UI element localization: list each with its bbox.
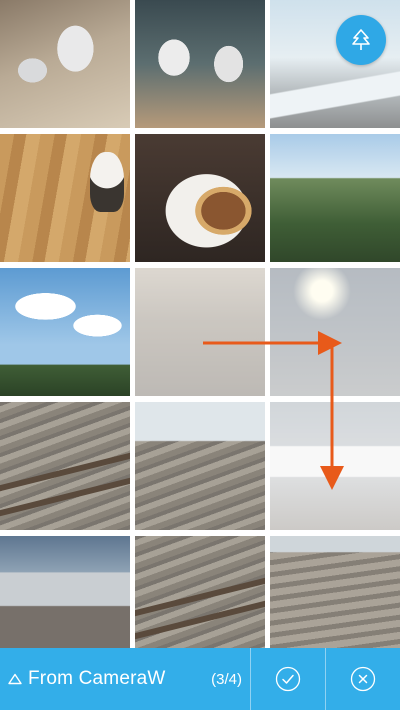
photo-thumbnail[interactable] <box>0 402 130 530</box>
confirm-button[interactable] <box>251 648 325 710</box>
photo-thumbnail[interactable] <box>0 268 130 396</box>
close-circle-icon <box>350 666 376 692</box>
photo-thumbnail-selected[interactable] <box>270 268 400 396</box>
photo-thumbnail[interactable] <box>135 536 265 648</box>
photo-thumbnail[interactable] <box>135 134 265 262</box>
bottom-bar: From CameraW (3/4) <box>0 648 400 710</box>
photo-thumbnail[interactable] <box>135 0 265 128</box>
fab-button[interactable] <box>336 15 386 65</box>
photo-thumbnail-selected[interactable] <box>270 402 400 530</box>
photo-thumbnail[interactable] <box>0 0 130 128</box>
photo-thumbnail[interactable] <box>0 536 130 648</box>
tree-icon <box>352 29 370 50</box>
album-name: From CameraW <box>28 668 166 689</box>
photo-thumbnail[interactable] <box>270 134 400 262</box>
dog-shape <box>90 152 124 212</box>
album-selector-button[interactable]: From CameraW (3/4) <box>0 648 250 710</box>
photo-thumbnail[interactable] <box>0 134 130 262</box>
photo-grid <box>0 0 400 648</box>
photo-thumbnail-selected[interactable] <box>135 268 265 396</box>
photo-thumbnail[interactable] <box>270 0 400 128</box>
cancel-button[interactable] <box>326 648 400 710</box>
selection-counter: (3/4) <box>211 670 242 688</box>
triangle-up-icon <box>8 673 22 685</box>
photo-thumbnail[interactable] <box>270 536 400 648</box>
check-circle-icon <box>275 666 301 692</box>
photo-thumbnail[interactable] <box>135 402 265 530</box>
